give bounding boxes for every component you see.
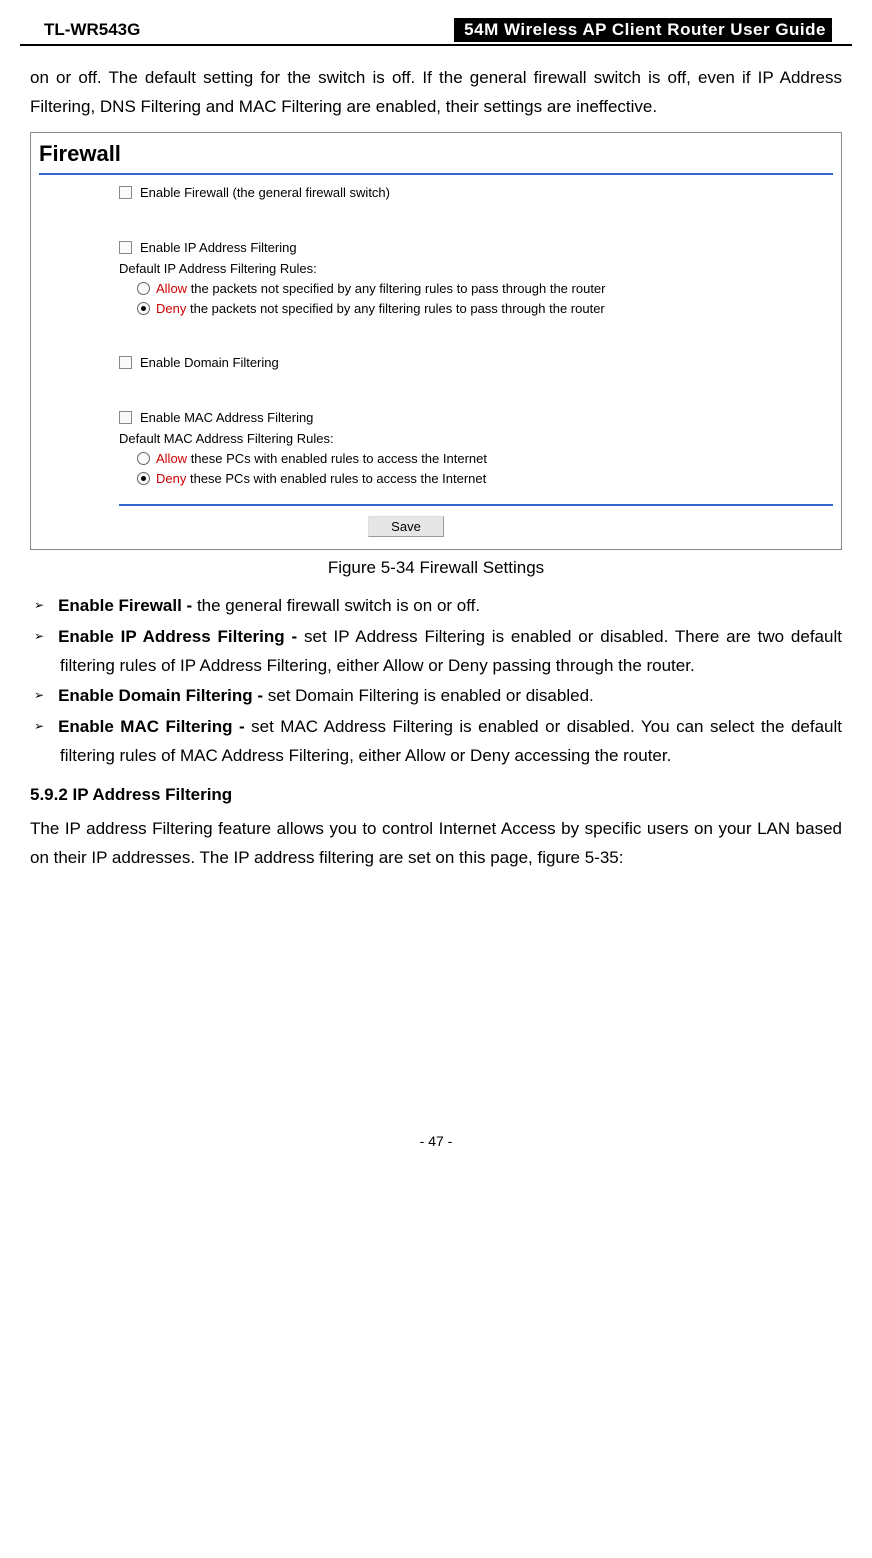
- ip-deny-rest: the packets not specified by any filteri…: [186, 301, 604, 316]
- page-content: on or off. The default setting for the s…: [0, 46, 872, 883]
- mac-deny-text: Deny these PCs with enabled rules to acc…: [156, 471, 486, 486]
- enable-mac-label: Enable MAC Address Filtering: [140, 410, 313, 425]
- mac-allow-rest: these PCs with enabled rules to access t…: [187, 451, 487, 466]
- enable-domain-label: Enable Domain Filtering: [140, 355, 279, 370]
- enable-firewall-row: Enable Firewall (the general firewall sw…: [119, 185, 833, 200]
- ip-rules-label: Default IP Address Filtering Rules:: [119, 261, 833, 276]
- ip-deny-prefix: Deny: [156, 301, 186, 316]
- bullet-enable-domain: Enable Domain Filtering - set Domain Fil…: [34, 682, 842, 711]
- enable-ip-row: Enable IP Address Filtering: [119, 240, 833, 255]
- header-model: TL-WR543G: [40, 19, 144, 41]
- b1-term: Enable Firewall -: [58, 596, 197, 615]
- bullet-enable-mac: Enable MAC Filtering - set MAC Address F…: [34, 713, 842, 771]
- mac-deny-radio[interactable]: [137, 472, 150, 485]
- page-header: TL-WR543G 54M Wireless AP Client Router …: [20, 12, 852, 46]
- enable-mac-row: Enable MAC Address Filtering: [119, 410, 833, 425]
- figure-firewall-settings: Firewall Enable Firewall (the general fi…: [30, 132, 842, 550]
- ip-allow-radio[interactable]: [137, 282, 150, 295]
- save-button[interactable]: Save: [368, 516, 444, 537]
- figure-divider: [119, 504, 833, 506]
- enable-ip-checkbox[interactable]: [119, 241, 132, 254]
- b1-rest: the general firewall switch is on or off…: [197, 596, 480, 615]
- ip-allow-text: Allow the packets not specified by any f…: [156, 281, 605, 296]
- b4-term: Enable MAC Filtering -: [58, 717, 251, 736]
- enable-ip-label: Enable IP Address Filtering: [140, 240, 297, 255]
- save-row: Save: [49, 516, 763, 537]
- ip-deny-radio[interactable]: [137, 302, 150, 315]
- figure-body: Enable Firewall (the general firewall sw…: [39, 185, 833, 537]
- mac-allow-radio[interactable]: [137, 452, 150, 465]
- b3-rest: set Domain Filtering is enabled or disab…: [268, 686, 594, 705]
- intro-paragraph: on or off. The default setting for the s…: [30, 64, 842, 122]
- ip-deny-text: Deny the packets not specified by any fi…: [156, 301, 605, 316]
- figure-caption: Figure 5-34 Firewall Settings: [30, 558, 842, 578]
- section-paragraph: The IP address Filtering feature allows …: [30, 815, 842, 873]
- mac-allow-prefix: Allow: [156, 451, 187, 466]
- page-number: - 47 -: [0, 1133, 872, 1167]
- ip-allow-rest: the packets not specified by any filteri…: [187, 281, 605, 296]
- mac-deny-row: Deny these PCs with enabled rules to acc…: [137, 471, 833, 486]
- mac-deny-rest: these PCs with enabled rules to access t…: [186, 471, 486, 486]
- bullet-list: Enable Firewall - the general firewall s…: [30, 592, 842, 771]
- ip-deny-row: Deny the packets not specified by any fi…: [137, 301, 833, 316]
- mac-deny-prefix: Deny: [156, 471, 186, 486]
- section-heading: 5.9.2 IP Address Filtering: [30, 785, 842, 805]
- enable-domain-checkbox[interactable]: [119, 356, 132, 369]
- header-title: 54M Wireless AP Client Router User Guide: [454, 18, 832, 42]
- figure-title: Firewall: [39, 141, 833, 175]
- ip-allow-row: Allow the packets not specified by any f…: [137, 281, 833, 296]
- b3-term: Enable Domain Filtering -: [58, 686, 268, 705]
- enable-domain-row: Enable Domain Filtering: [119, 355, 833, 370]
- enable-firewall-label: Enable Firewall (the general firewall sw…: [140, 185, 390, 200]
- mac-rules-label: Default MAC Address Filtering Rules:: [119, 431, 833, 446]
- b2-term: Enable IP Address Filtering -: [58, 627, 304, 646]
- ip-allow-prefix: Allow: [156, 281, 187, 296]
- enable-firewall-checkbox[interactable]: [119, 186, 132, 199]
- enable-mac-checkbox[interactable]: [119, 411, 132, 424]
- mac-allow-row: Allow these PCs with enabled rules to ac…: [137, 451, 833, 466]
- bullet-enable-ip: Enable IP Address Filtering - set IP Add…: [34, 623, 842, 681]
- mac-allow-text: Allow these PCs with enabled rules to ac…: [156, 451, 487, 466]
- bullet-enable-firewall: Enable Firewall - the general firewall s…: [34, 592, 842, 621]
